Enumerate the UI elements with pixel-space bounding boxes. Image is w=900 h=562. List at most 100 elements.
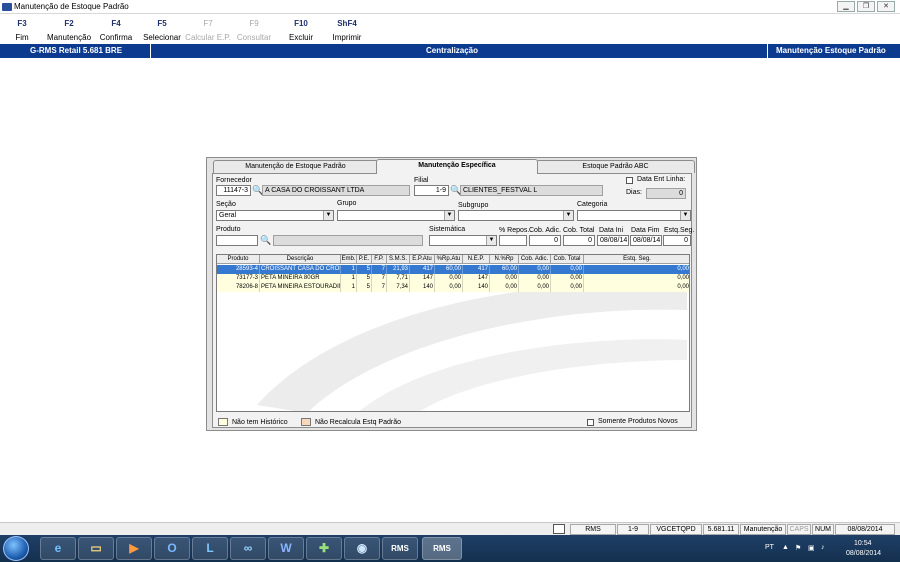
table-cell[interactable]: 0,00 bbox=[435, 274, 463, 283]
table-cell[interactable]: 7 bbox=[372, 283, 387, 292]
tray-show-hidden-icon[interactable]: ▲ bbox=[782, 544, 789, 551]
fornecedor-code-input[interactable]: 11147-3 bbox=[216, 185, 251, 196]
tray-network-icon[interactable]: ▣ bbox=[808, 544, 815, 552]
tab-manutencao-especifica[interactable]: Manutenção Específica bbox=[376, 159, 538, 174]
table-cell[interactable]: 417 bbox=[410, 265, 435, 274]
messenger-icon[interactable]: ∞ bbox=[230, 537, 266, 560]
data-fim-input[interactable]: 08/08/14 bbox=[630, 235, 662, 246]
grupo-select[interactable] bbox=[337, 210, 455, 221]
table-cell[interactable]: 5 bbox=[357, 274, 372, 283]
grid-column-header[interactable]: Descrição bbox=[260, 255, 341, 264]
toolbar-excluir-button[interactable]: F10 Excluir bbox=[285, 19, 317, 42]
table-cell[interactable]: 140 bbox=[463, 283, 490, 292]
table-cell[interactable]: 147 bbox=[410, 274, 435, 283]
table-cell[interactable]: 0,00 bbox=[551, 283, 584, 292]
table-cell[interactable]: 140 bbox=[410, 283, 435, 292]
table-cell[interactable]: 417 bbox=[463, 265, 490, 274]
toolbar-calcular-button[interactable]: F7 Calcular E.P. bbox=[185, 19, 231, 42]
close-button[interactable]: ✕ bbox=[877, 1, 895, 12]
repos-input[interactable] bbox=[499, 235, 527, 246]
cob-adic-input[interactable]: 0 bbox=[529, 235, 561, 246]
table-cell[interactable]: 7 bbox=[372, 274, 387, 283]
table-cell[interactable]: 0,00 bbox=[584, 283, 689, 292]
tray-language[interactable]: PT bbox=[765, 544, 774, 551]
secao-select[interactable]: Geral bbox=[216, 210, 334, 221]
grid-column-header[interactable]: Emb. bbox=[341, 255, 357, 264]
table-cell[interactable]: 147 bbox=[463, 274, 490, 283]
grid-column-header[interactable]: Produto bbox=[217, 255, 260, 264]
table-cell[interactable]: 0,00 bbox=[519, 265, 551, 274]
grid-column-header[interactable]: %Rp.Atu bbox=[435, 255, 463, 264]
grid-column-header[interactable]: E.P.Atu bbox=[410, 255, 435, 264]
table-cell[interactable]: 60,00 bbox=[435, 265, 463, 274]
sistematica-select[interactable] bbox=[429, 235, 497, 246]
table-cell[interactable]: 1 bbox=[341, 274, 357, 283]
outlook-icon[interactable]: O bbox=[154, 537, 190, 560]
dias-input[interactable]: 0 bbox=[646, 188, 686, 199]
cob-total-input[interactable]: 0 bbox=[563, 235, 595, 246]
internet-explorer-icon[interactable]: e bbox=[40, 537, 76, 560]
maximize-button[interactable]: ❐ bbox=[857, 1, 875, 12]
taskbar-rms-app[interactable]: RMS bbox=[382, 537, 418, 560]
table-cell[interactable]: 0,00 bbox=[584, 265, 689, 274]
estq-seg-input[interactable]: 0 bbox=[663, 235, 691, 246]
grid-column-header[interactable]: Cob. Adic. bbox=[519, 255, 551, 264]
grid-column-header[interactable]: Cob. Total bbox=[551, 255, 584, 264]
grid-column-header[interactable]: P.E. bbox=[357, 255, 372, 264]
table-cell[interactable]: PETA MINEIRA ESTOURADINHC bbox=[260, 283, 341, 292]
data-ini-input[interactable]: 08/08/14 bbox=[597, 235, 629, 246]
grid-column-header[interactable]: F.P. bbox=[372, 255, 387, 264]
toolbar-selecionar-button[interactable]: F5 Selecionar bbox=[142, 19, 182, 42]
table-cell[interactable]: 0,00 bbox=[551, 274, 584, 283]
table-cell[interactable]: 0,00 bbox=[490, 283, 519, 292]
minimize-button[interactable]: ▁ bbox=[837, 1, 855, 12]
subgrupo-select[interactable] bbox=[458, 210, 574, 221]
toolbar-manutencao-button[interactable]: F2 Manutenção bbox=[45, 19, 93, 42]
table-cell[interactable]: 0,00 bbox=[519, 274, 551, 283]
toolbar-consultar-button[interactable]: F9 Consultar bbox=[235, 19, 273, 42]
network-app-icon[interactable]: ◉ bbox=[344, 537, 380, 560]
table-cell[interactable]: 5 bbox=[357, 283, 372, 292]
table-cell[interactable]: 0,00 bbox=[519, 283, 551, 292]
tab-estoque-padrao-abc[interactable]: Estoque Padrão ABC bbox=[536, 160, 695, 173]
data-ent-linha-checkbox[interactable] bbox=[626, 177, 633, 184]
categoria-select[interactable] bbox=[577, 210, 691, 221]
taskbar-rms-app-active[interactable]: RMS bbox=[422, 537, 462, 560]
table-cell[interactable]: 1 bbox=[341, 283, 357, 292]
tray-clock-date[interactable]: 08/08/2014 bbox=[846, 550, 881, 557]
produto-search-icon[interactable]: 🔍 bbox=[260, 235, 271, 245]
lync-icon[interactable]: L bbox=[192, 537, 228, 560]
table-cell[interactable]: 0,00 bbox=[490, 274, 519, 283]
table-cell[interactable]: 0,00 bbox=[435, 283, 463, 292]
table-cell[interactable]: 1 bbox=[341, 265, 357, 274]
table-cell[interactable]: 0,00 bbox=[551, 265, 584, 274]
media-player-icon[interactable]: ▶ bbox=[116, 537, 152, 560]
table-cell[interactable]: PETA MINEIRA 80GR bbox=[260, 274, 341, 283]
table-cell[interactable]: 7,71 bbox=[387, 274, 410, 283]
tab-manutencao-estoque-padrao[interactable]: Manutenção de Estoque Padrão bbox=[213, 160, 378, 173]
table-cell[interactable]: CROISSANT CASA DO CROISS bbox=[260, 265, 341, 274]
grid-column-header[interactable]: Estq. Seg. bbox=[584, 255, 689, 264]
products-grid[interactable]: Produto Descrição Emb. P.E. F.P. S.M.S. E.P.At… bbox=[216, 254, 690, 412]
word-icon[interactable]: W bbox=[268, 537, 304, 560]
toolbar-confirma-button[interactable]: F4 Confirma bbox=[97, 19, 135, 42]
start-button[interactable] bbox=[3, 536, 29, 561]
table-cell[interactable]: 28593-4 bbox=[217, 265, 260, 274]
tray-clock-time[interactable]: 10:54 bbox=[854, 540, 872, 547]
table-cell[interactable]: 7 bbox=[372, 265, 387, 274]
table-cell[interactable]: 7,34 bbox=[387, 283, 410, 292]
grid-column-header[interactable]: N.E.P. bbox=[463, 255, 490, 264]
tray-flag-icon[interactable]: ⚑ bbox=[795, 544, 801, 552]
grid-column-header[interactable]: N.%Rp bbox=[490, 255, 519, 264]
file-explorer-icon[interactable]: ▭ bbox=[78, 537, 114, 560]
filial-code-input[interactable]: 1-9 bbox=[414, 185, 449, 196]
table-cell[interactable]: 0,00 bbox=[584, 274, 689, 283]
toolbar-imprimir-button[interactable]: ShF4 Imprimir bbox=[328, 19, 366, 42]
table-cell[interactable]: 73177-3 bbox=[217, 274, 260, 283]
tray-volume-icon[interactable]: ♪ bbox=[821, 544, 825, 551]
only-new-checkbox[interactable] bbox=[587, 419, 594, 426]
table-cell[interactable]: 21,93 bbox=[387, 265, 410, 274]
remote-app-icon[interactable]: ✚ bbox=[306, 537, 342, 560]
grid-column-header[interactable]: S.M.S. bbox=[387, 255, 410, 264]
table-cell[interactable]: 78206-8 bbox=[217, 283, 260, 292]
